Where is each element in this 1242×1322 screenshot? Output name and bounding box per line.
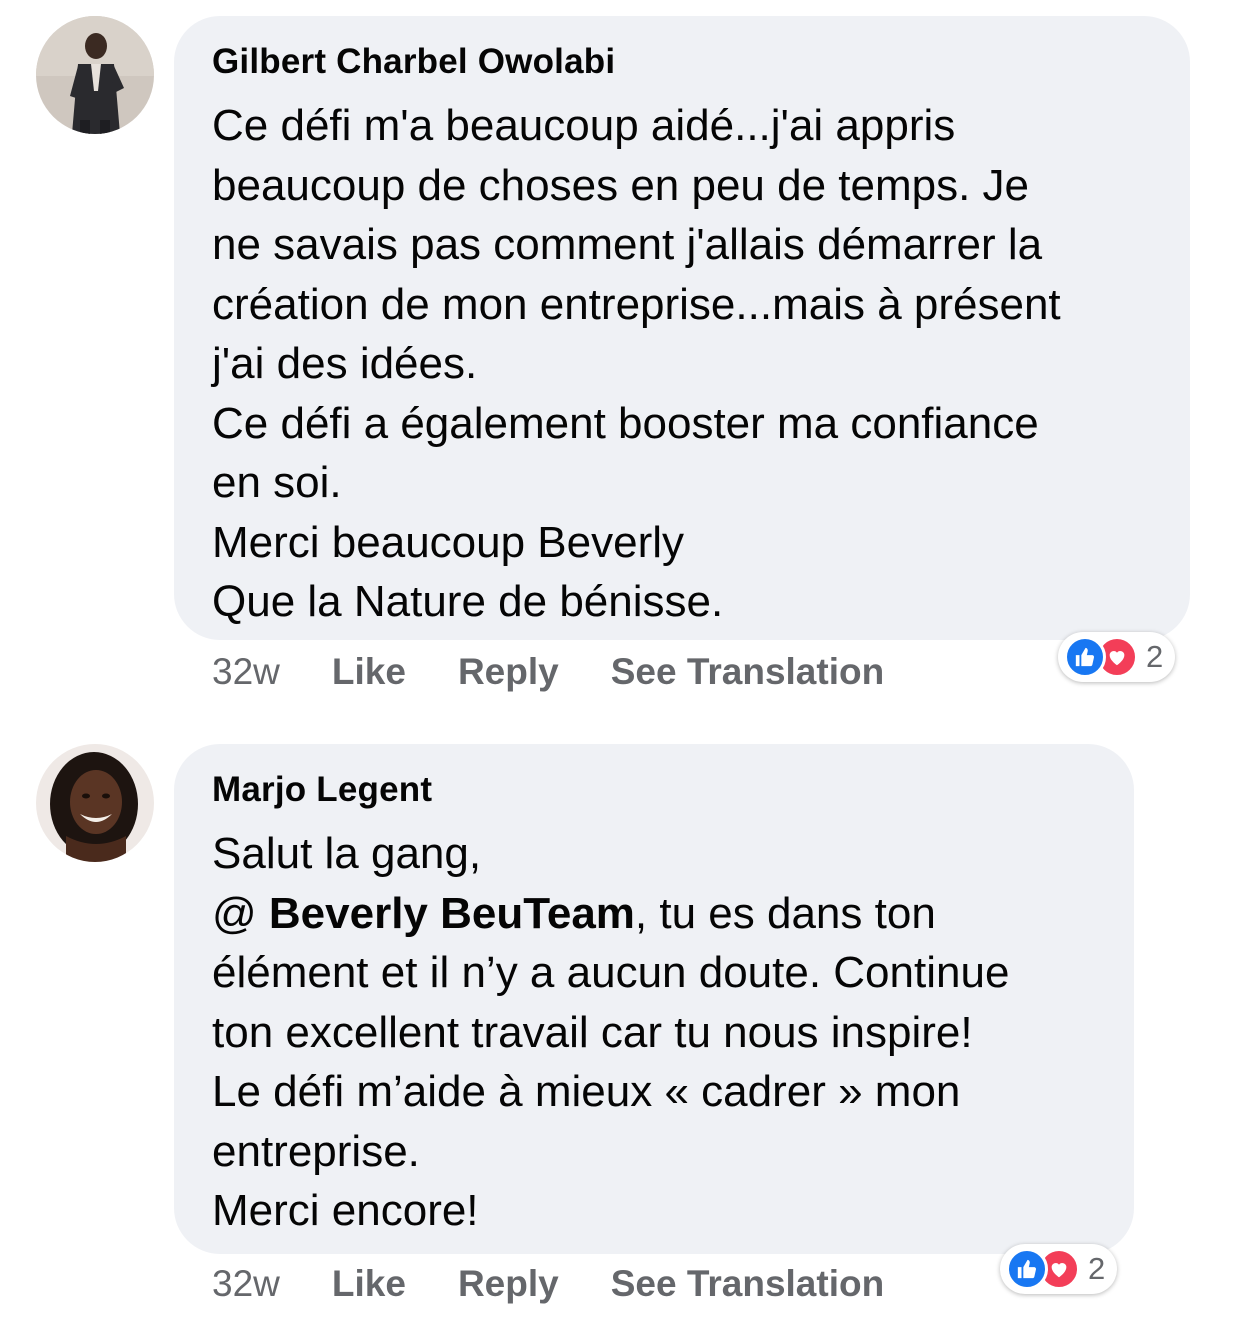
avatar-image: [36, 744, 154, 862]
comment-text: Ce défi m'a beaucoup aidé...j'ai appris …: [212, 96, 1152, 632]
comment-bubble: Gilbert Charbel Owolabi Ce défi m'a beau…: [174, 16, 1190, 640]
avatar-image: [36, 16, 154, 134]
comment-text-line: Merci encore!: [212, 1186, 479, 1235]
comment-text-line: @ Beverly BeuTeam, tu es dans ton: [212, 884, 1096, 944]
comment-author[interactable]: Gilbert Charbel Owolabi: [212, 42, 1152, 82]
reaction-summary[interactable]: 2: [1000, 1244, 1118, 1294]
see-translation-button[interactable]: See Translation: [611, 652, 885, 692]
like-icon: [1064, 636, 1106, 678]
mention-suffix: , tu es dans ton: [634, 888, 936, 938]
comment-text-line: Salut la gang,: [212, 829, 482, 878]
reaction-count: 2: [1088, 1251, 1106, 1286]
comment-text-line: Merci beaucoup Beverly: [212, 517, 685, 567]
reply-button[interactable]: Reply: [458, 652, 559, 692]
comment-text-line: Que la Nature de bénisse.: [212, 577, 724, 626]
comment-bubble: Marjo Legent Salut la gang, @ Beverly Be…: [174, 744, 1134, 1254]
see-translation-button[interactable]: See Translation: [611, 1264, 885, 1304]
comment-text-line: élément et il n’y a aucun doute. Continu…: [212, 948, 1010, 997]
like-button[interactable]: Like: [332, 652, 406, 692]
comment-text-line: ton excellent travail car tu nous inspir…: [212, 1007, 973, 1057]
mention-link[interactable]: Beverly BeuTeam: [269, 889, 635, 938]
comment-text-line: Le défi m’aide à mieux « cadrer » mon: [212, 1067, 961, 1116]
comment-author[interactable]: Marjo Legent: [212, 770, 1096, 810]
comment-actions: 32w Like Reply See Translation: [212, 652, 936, 692]
comment-timestamp[interactable]: 32w: [212, 652, 280, 692]
comment-text-line: beaucoup de choses en peu de temps. Je: [212, 160, 1030, 210]
reaction-count: 2: [1146, 639, 1164, 674]
reply-button[interactable]: Reply: [458, 1264, 559, 1304]
comment-text-line: j'ai des idées.: [212, 339, 478, 388]
comment-text-line: ne savais pas comment j'allais démarrer …: [212, 220, 1043, 269]
comment-timestamp[interactable]: 32w: [212, 1264, 280, 1304]
comment-actions: 32w Like Reply See Translation: [212, 1264, 936, 1304]
comment-text-line: en soi.: [212, 458, 342, 507]
like-icon: [1006, 1248, 1048, 1290]
reaction-summary[interactable]: 2: [1058, 632, 1176, 682]
comment-text-line: Ce défi a également booster ma confiance: [212, 398, 1039, 448]
mention-prefix: @: [212, 888, 269, 938]
comment-text-line: Ce défi m'a beaucoup aidé...j'ai appris: [212, 101, 956, 150]
like-button[interactable]: Like: [332, 1264, 406, 1304]
comment-text-line: entreprise.: [212, 1126, 420, 1176]
comment-text: Salut la gang, @ Beverly BeuTeam, tu es …: [212, 824, 1096, 1241]
avatar[interactable]: [36, 744, 154, 862]
avatar[interactable]: [36, 16, 154, 134]
comment-text-line: création de mon entreprise...mais à prés…: [212, 279, 1061, 329]
